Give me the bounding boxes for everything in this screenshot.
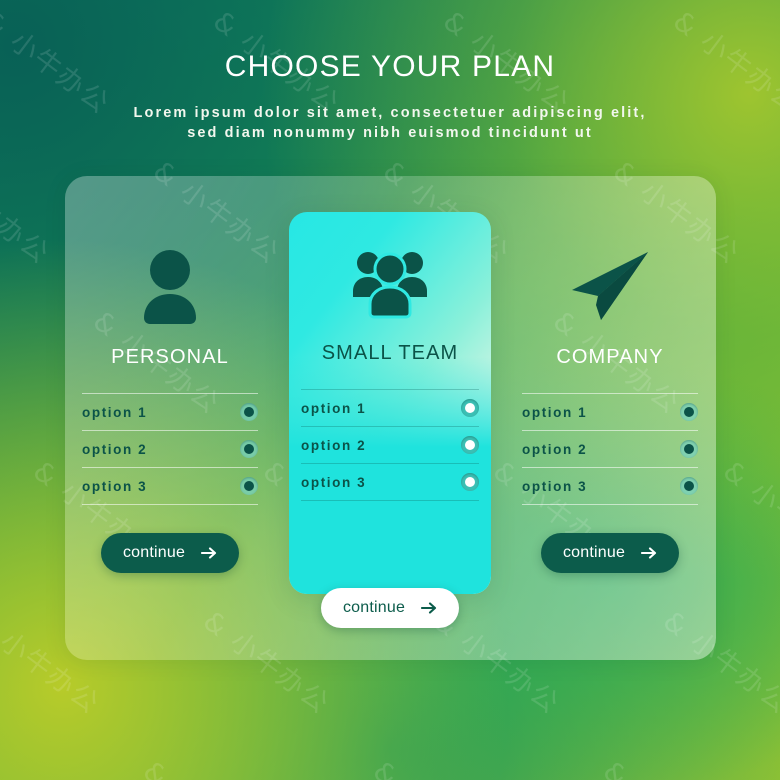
radio-dot (244, 444, 254, 454)
radio-button[interactable] (461, 399, 479, 417)
radio-dot (684, 407, 694, 417)
option-row[interactable]: option 1 (82, 393, 258, 430)
arrow-right-icon (421, 601, 437, 615)
continue-button-company[interactable]: continue (540, 533, 680, 573)
radio-button[interactable] (240, 403, 258, 421)
option-row[interactable]: option 3 (301, 463, 479, 501)
cta-row-company: continue (510, 533, 710, 573)
radio-dot (465, 440, 475, 450)
continue-button-label: continue (342, 599, 406, 616)
radio-button[interactable] (680, 477, 698, 495)
plan-card-personal[interactable]: PERSONAL option 1 option 2 option 3 cont… (70, 240, 270, 573)
option-row[interactable]: option 2 (522, 430, 698, 467)
option-row[interactable]: option 1 (301, 389, 479, 426)
option-label: option 3 (82, 478, 148, 494)
arrow-right-icon (201, 546, 217, 560)
option-label: option 3 (301, 474, 367, 490)
radio-button[interactable] (680, 440, 698, 458)
radio-dot (684, 444, 694, 454)
option-label: option 3 (522, 478, 588, 494)
single-person-icon (70, 240, 270, 332)
option-label: option 2 (522, 441, 588, 457)
radio-dot (465, 403, 475, 413)
page-subtitle-line-1: Lorem ipsum dolor sit amet, consectetuer… (133, 105, 647, 121)
continue-button-label: continue (122, 544, 186, 561)
cta-row-personal: continue (70, 533, 270, 573)
option-row[interactable]: option 3 (522, 467, 698, 505)
page-subtitle: Lorem ipsum dolor sit amet, consectetuer… (0, 103, 780, 143)
plan-card-small-team[interactable]: SMALL TEAM option 1 option 2 option 3 (289, 236, 491, 501)
radio-dot (684, 481, 694, 491)
option-label: option 1 (522, 404, 588, 420)
option-row[interactable]: option 2 (301, 426, 479, 463)
options-list-personal: option 1 option 2 option 3 (70, 393, 270, 505)
radio-button[interactable] (680, 403, 698, 421)
plan-card-company[interactable]: COMPANY option 1 option 2 option 3 conti… (510, 240, 710, 573)
radio-button[interactable] (240, 477, 258, 495)
plan-name-small-team: SMALL TEAM (321, 342, 459, 364)
page-subtitle-line-2: sed diam nonummy nibh euismod tincidunt … (187, 125, 593, 141)
radio-dot (244, 481, 254, 491)
continue-button-small-team[interactable]: continue (320, 588, 460, 628)
arrow-right-icon (641, 546, 657, 560)
continue-button-label: continue (562, 544, 626, 561)
option-label: option 1 (301, 400, 367, 416)
page-title: CHOOSE YOUR PLAN (224, 50, 556, 83)
option-label: option 2 (301, 437, 367, 453)
option-row[interactable]: option 2 (82, 430, 258, 467)
paper-plane-icon (510, 240, 710, 332)
radio-dot (465, 477, 475, 487)
options-list-small-team: option 1 option 2 option 3 (289, 389, 491, 501)
radio-button[interactable] (461, 473, 479, 491)
group-people-icon (289, 236, 491, 328)
option-label: option 2 (82, 441, 148, 457)
options-list-company: option 1 option 2 option 3 (510, 393, 710, 505)
radio-dot (244, 407, 254, 417)
plan-name-personal: PERSONAL (111, 346, 229, 368)
option-row[interactable]: option 1 (522, 393, 698, 430)
plan-name-company: COMPANY (556, 346, 664, 368)
radio-button[interactable] (461, 436, 479, 454)
continue-button-personal[interactable]: continue (100, 533, 240, 573)
radio-button[interactable] (240, 440, 258, 458)
cta-row-small-team: continue (289, 588, 491, 628)
pricing-page: & 小牛办公& 小牛办公& 小牛办公& 小牛办公& 小牛办公& 小牛办公& 小牛… (0, 0, 780, 780)
option-label: option 1 (82, 404, 148, 420)
option-row[interactable]: option 3 (82, 467, 258, 505)
